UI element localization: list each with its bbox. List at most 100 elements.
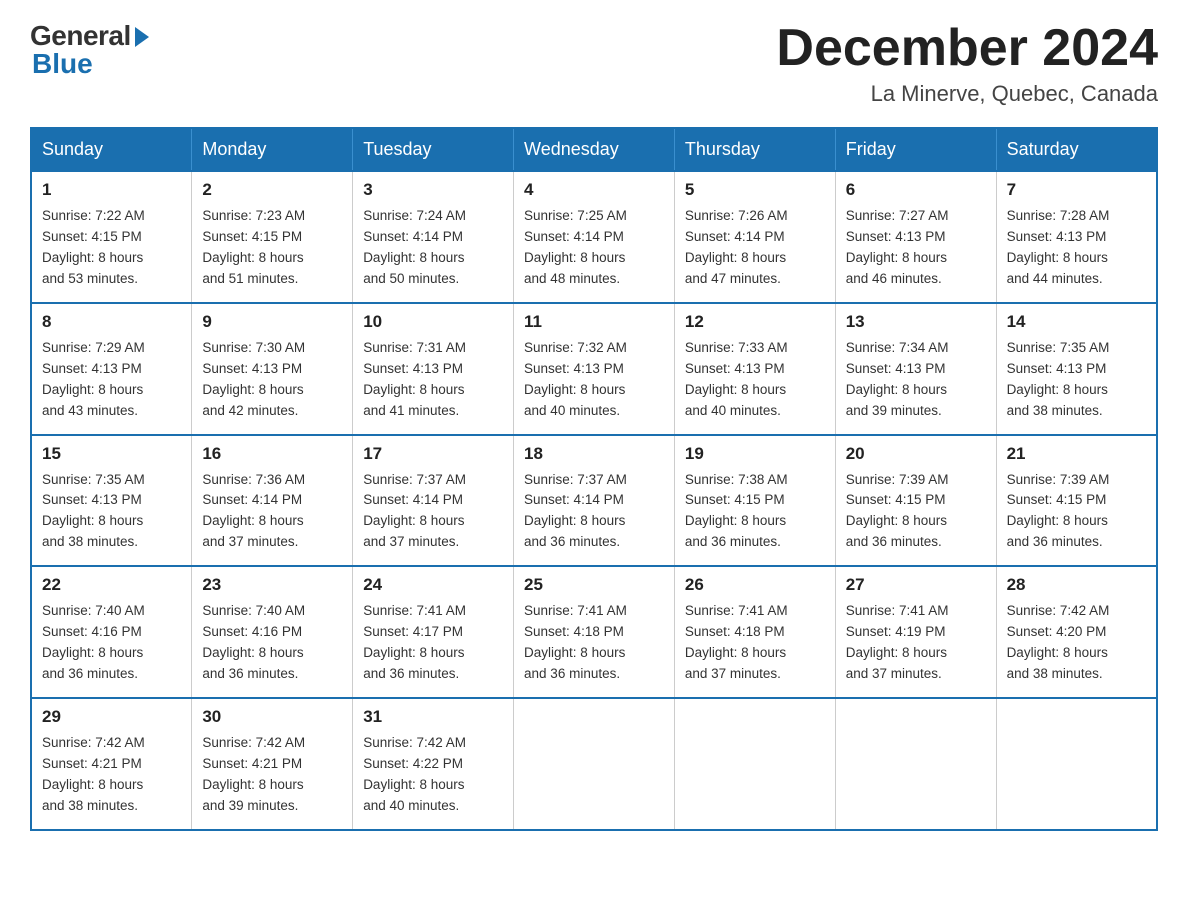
calendar-cell: 22 Sunrise: 7:40 AMSunset: 4:16 PMDayligh… xyxy=(31,566,192,698)
day-info: Sunrise: 7:37 AMSunset: 4:14 PMDaylight:… xyxy=(524,470,664,554)
logo: General Blue xyxy=(30,20,149,80)
calendar-cell: 10Sunrise: 7:31 AMSunset: 4:13 PMDayligh… xyxy=(353,303,514,435)
calendar-week-4: 22 Sunrise: 7:40 AMSunset: 4:16 PMDayligh… xyxy=(31,566,1157,698)
calendar-cell: 30 Sunrise: 7:42 AMSunset: 4:21 PMDayligh… xyxy=(192,698,353,830)
calendar-cell: 11Sunrise: 7:32 AMSunset: 4:13 PMDayligh… xyxy=(514,303,675,435)
day-number: 21 xyxy=(1007,444,1146,464)
day-info: Sunrise: 7:22 AMSunset: 4:15 PMDaylight:… xyxy=(42,206,181,290)
day-number: 19 xyxy=(685,444,825,464)
calendar-cell: 3 Sunrise: 7:24 AMSunset: 4:14 PMDaylight… xyxy=(353,171,514,303)
day-info: Sunrise: 7:42 AMSunset: 4:21 PMDaylight:… xyxy=(202,733,342,817)
day-number: 30 xyxy=(202,707,342,727)
calendar-cell: 12 Sunrise: 7:33 AMSunset: 4:13 PMDayligh… xyxy=(674,303,835,435)
day-info: Sunrise: 7:25 AMSunset: 4:14 PMDaylight:… xyxy=(524,206,664,290)
page-header: General Blue December 2024 La Minerve, Q… xyxy=(30,20,1158,107)
day-number: 15 xyxy=(42,444,181,464)
day-info: Sunrise: 7:42 AMSunset: 4:22 PMDaylight:… xyxy=(363,733,503,817)
day-info: Sunrise: 7:33 AMSunset: 4:13 PMDaylight:… xyxy=(685,338,825,422)
day-info: Sunrise: 7:37 AMSunset: 4:14 PMDaylight:… xyxy=(363,470,503,554)
calendar-cell: 28 Sunrise: 7:42 AMSunset: 4:20 PMDayligh… xyxy=(996,566,1157,698)
day-number: 5 xyxy=(685,180,825,200)
calendar-cell: 25 Sunrise: 7:41 AMSunset: 4:18 PMDayligh… xyxy=(514,566,675,698)
day-number: 20 xyxy=(846,444,986,464)
calendar-cell xyxy=(996,698,1157,830)
day-info: Sunrise: 7:42 AMSunset: 4:21 PMDaylight:… xyxy=(42,733,181,817)
day-info: Sunrise: 7:32 AMSunset: 4:13 PMDaylight:… xyxy=(524,338,664,422)
day-number: 1 xyxy=(42,180,181,200)
header-friday: Friday xyxy=(835,128,996,171)
calendar-cell: 19 Sunrise: 7:38 AMSunset: 4:15 PMDayligh… xyxy=(674,435,835,567)
calendar-table: SundayMondayTuesdayWednesdayThursdayFrid… xyxy=(30,127,1158,830)
day-number: 16 xyxy=(202,444,342,464)
calendar-cell: 8Sunrise: 7:29 AMSunset: 4:13 PMDaylight… xyxy=(31,303,192,435)
calendar-cell: 29 Sunrise: 7:42 AMSunset: 4:21 PMDayligh… xyxy=(31,698,192,830)
day-info: Sunrise: 7:39 AMSunset: 4:15 PMDaylight:… xyxy=(1007,470,1146,554)
day-info: Sunrise: 7:40 AMSunset: 4:16 PMDaylight:… xyxy=(42,601,181,685)
header-monday: Monday xyxy=(192,128,353,171)
calendar-cell: 15 Sunrise: 7:35 AMSunset: 4:13 PMDayligh… xyxy=(31,435,192,567)
calendar-cell: 13 Sunrise: 7:34 AMSunset: 4:13 PMDayligh… xyxy=(835,303,996,435)
day-number: 7 xyxy=(1007,180,1146,200)
day-info: Sunrise: 7:24 AMSunset: 4:14 PMDaylight:… xyxy=(363,206,503,290)
calendar-week-5: 29 Sunrise: 7:42 AMSunset: 4:21 PMDayligh… xyxy=(31,698,1157,830)
calendar-cell: 2Sunrise: 7:23 AMSunset: 4:15 PMDaylight… xyxy=(192,171,353,303)
day-number: 23 xyxy=(202,575,342,595)
title-area: December 2024 La Minerve, Quebec, Canada xyxy=(776,20,1158,107)
calendar-cell: 31 Sunrise: 7:42 AMSunset: 4:22 PMDayligh… xyxy=(353,698,514,830)
day-number: 14 xyxy=(1007,312,1146,332)
calendar-cell xyxy=(835,698,996,830)
day-number: 9 xyxy=(202,312,342,332)
day-number: 13 xyxy=(846,312,986,332)
day-number: 28 xyxy=(1007,575,1146,595)
calendar-cell xyxy=(514,698,675,830)
day-number: 25 xyxy=(524,575,664,595)
day-number: 4 xyxy=(524,180,664,200)
day-info: Sunrise: 7:30 AMSunset: 4:13 PMDaylight:… xyxy=(202,338,342,422)
header-wednesday: Wednesday xyxy=(514,128,675,171)
day-info: Sunrise: 7:34 AMSunset: 4:13 PMDaylight:… xyxy=(846,338,986,422)
day-number: 27 xyxy=(846,575,986,595)
calendar-cell: 27 Sunrise: 7:41 AMSunset: 4:19 PMDayligh… xyxy=(835,566,996,698)
calendar-cell xyxy=(674,698,835,830)
day-info: Sunrise: 7:41 AMSunset: 4:19 PMDaylight:… xyxy=(846,601,986,685)
day-info: Sunrise: 7:35 AMSunset: 4:13 PMDaylight:… xyxy=(42,470,181,554)
day-info: Sunrise: 7:23 AMSunset: 4:15 PMDaylight:… xyxy=(202,206,342,290)
day-info: Sunrise: 7:27 AMSunset: 4:13 PMDaylight:… xyxy=(846,206,986,290)
logo-blue-text: Blue xyxy=(30,48,93,80)
calendar-cell: 17 Sunrise: 7:37 AMSunset: 4:14 PMDayligh… xyxy=(353,435,514,567)
day-info: Sunrise: 7:35 AMSunset: 4:13 PMDaylight:… xyxy=(1007,338,1146,422)
calendar-cell: 9 Sunrise: 7:30 AMSunset: 4:13 PMDaylight… xyxy=(192,303,353,435)
calendar-week-1: 1 Sunrise: 7:22 AMSunset: 4:15 PMDaylight… xyxy=(31,171,1157,303)
day-info: Sunrise: 7:40 AMSunset: 4:16 PMDaylight:… xyxy=(202,601,342,685)
day-info: Sunrise: 7:31 AMSunset: 4:13 PMDaylight:… xyxy=(363,338,503,422)
day-info: Sunrise: 7:38 AMSunset: 4:15 PMDaylight:… xyxy=(685,470,825,554)
month-year-title: December 2024 xyxy=(776,20,1158,77)
day-info: Sunrise: 7:29 AMSunset: 4:13 PMDaylight:… xyxy=(42,338,181,422)
day-info: Sunrise: 7:42 AMSunset: 4:20 PMDaylight:… xyxy=(1007,601,1146,685)
calendar-cell: 18Sunrise: 7:37 AMSunset: 4:14 PMDayligh… xyxy=(514,435,675,567)
day-number: 3 xyxy=(363,180,503,200)
calendar-cell: 16 Sunrise: 7:36 AMSunset: 4:14 PMDayligh… xyxy=(192,435,353,567)
day-info: Sunrise: 7:41 AMSunset: 4:18 PMDaylight:… xyxy=(524,601,664,685)
day-number: 17 xyxy=(363,444,503,464)
day-info: Sunrise: 7:41 AMSunset: 4:18 PMDaylight:… xyxy=(685,601,825,685)
day-number: 29 xyxy=(42,707,181,727)
calendar-cell: 4 Sunrise: 7:25 AMSunset: 4:14 PMDaylight… xyxy=(514,171,675,303)
day-info: Sunrise: 7:28 AMSunset: 4:13 PMDaylight:… xyxy=(1007,206,1146,290)
header-thursday: Thursday xyxy=(674,128,835,171)
day-number: 24 xyxy=(363,575,503,595)
day-info: Sunrise: 7:26 AMSunset: 4:14 PMDaylight:… xyxy=(685,206,825,290)
calendar-header-row: SundayMondayTuesdayWednesdayThursdayFrid… xyxy=(31,128,1157,171)
header-sunday: Sunday xyxy=(31,128,192,171)
day-number: 26 xyxy=(685,575,825,595)
day-number: 22 xyxy=(42,575,181,595)
calendar-cell: 23 Sunrise: 7:40 AMSunset: 4:16 PMDayligh… xyxy=(192,566,353,698)
day-number: 12 xyxy=(685,312,825,332)
day-info: Sunrise: 7:36 AMSunset: 4:14 PMDaylight:… xyxy=(202,470,342,554)
calendar-cell: 24Sunrise: 7:41 AMSunset: 4:17 PMDayligh… xyxy=(353,566,514,698)
day-number: 31 xyxy=(363,707,503,727)
calendar-cell: 21 Sunrise: 7:39 AMSunset: 4:15 PMDayligh… xyxy=(996,435,1157,567)
header-tuesday: Tuesday xyxy=(353,128,514,171)
calendar-cell: 20Sunrise: 7:39 AMSunset: 4:15 PMDayligh… xyxy=(835,435,996,567)
calendar-cell: 1 Sunrise: 7:22 AMSunset: 4:15 PMDaylight… xyxy=(31,171,192,303)
